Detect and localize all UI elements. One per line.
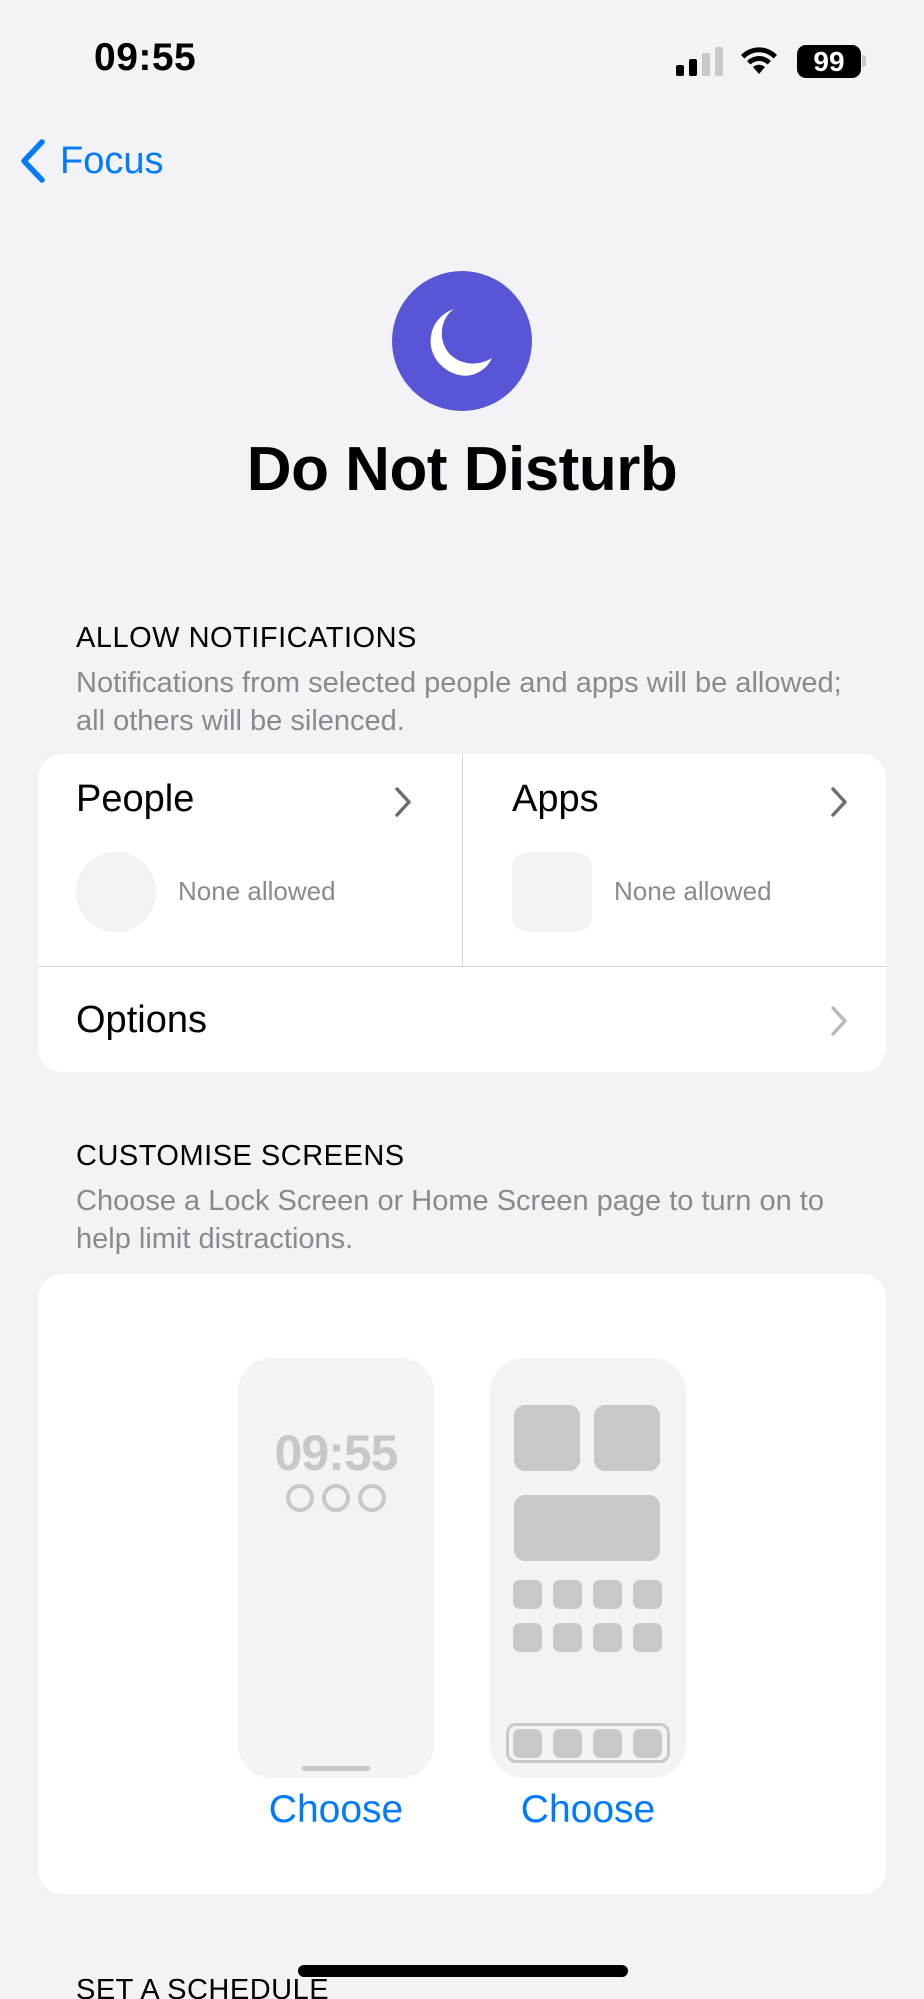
customise-screens-description: Choose a Lock Screen or Home Screen page… <box>76 1185 824 1255</box>
app-placeholder <box>513 1623 542 1652</box>
lock-screen-time: 09:55 <box>274 1425 399 1481</box>
lock-screen-widgets <box>286 1484 386 1512</box>
choose-home-screen-button[interactable]: Choose <box>490 1788 686 1832</box>
chevron-right-icon <box>395 787 411 817</box>
app-placeholder <box>513 1580 542 1609</box>
status-time: 09:55 <box>94 36 197 79</box>
options-row[interactable]: Options <box>38 967 886 1072</box>
people-label: People <box>76 778 195 820</box>
lock-screen-home-bar <box>302 1766 370 1771</box>
back-label: Focus <box>60 139 164 182</box>
app-placeholder <box>593 1623 622 1652</box>
app-placeholder <box>633 1623 662 1652</box>
chevron-right-icon <box>831 1006 847 1036</box>
battery-level: 99 <box>813 45 845 77</box>
set-schedule-header: SET A SCHEDULE <box>76 1974 330 1999</box>
people-status: None allowed <box>178 876 336 906</box>
wifi-icon <box>741 47 777 74</box>
app-placeholder <box>553 1580 582 1609</box>
widget-placeholder <box>514 1405 580 1471</box>
allow-notifications-header: ALLOW NOTIFICATIONS <box>76 622 417 654</box>
allow-notifications-description: Notifications from selected people and a… <box>76 667 842 737</box>
dock-app-placeholder <box>553 1729 582 1758</box>
focus-icon-badge <box>392 271 532 411</box>
cellular-signal-icon <box>676 44 724 76</box>
dock-app-placeholder <box>513 1729 542 1758</box>
people-placeholder-avatar <box>76 852 156 932</box>
home-screen-preview[interactable] <box>490 1358 686 1778</box>
app-placeholder <box>633 1580 662 1609</box>
app-placeholder <box>593 1580 622 1609</box>
chevron-left-icon <box>21 139 45 183</box>
choose-lock-screen-button[interactable]: Choose <box>238 1788 434 1832</box>
widget-placeholder <box>594 1405 660 1471</box>
options-label: Options <box>76 999 207 1041</box>
screens-card: 09:55 Choose Choose <box>38 1274 886 1894</box>
notifications-card: People None allowed Apps None allowed Op… <box>38 754 886 1072</box>
apps-placeholder-icon <box>512 852 592 932</box>
home-indicator[interactable] <box>298 1965 628 1977</box>
dock-app-placeholder <box>593 1729 622 1758</box>
battery-cap <box>862 55 866 67</box>
people-cell[interactable]: People None allowed <box>38 754 462 966</box>
chevron-right-icon <box>831 787 847 817</box>
customise-screens-header: CUSTOMISE SCREENS <box>76 1140 405 1172</box>
page-title: Do Not Disturb <box>246 435 678 504</box>
lock-screen-preview[interactable]: 09:55 <box>238 1358 434 1778</box>
back-button[interactable]: Focus <box>18 138 163 184</box>
apps-status: None allowed <box>614 876 772 906</box>
widget-placeholder <box>514 1495 660 1561</box>
apps-cell[interactable]: Apps None allowed <box>462 754 886 966</box>
app-placeholder <box>553 1623 582 1652</box>
dock-app-placeholder <box>633 1729 662 1758</box>
moon-icon <box>430 309 492 376</box>
battery-icon: 99 <box>797 45 861 78</box>
apps-label: Apps <box>512 778 599 820</box>
